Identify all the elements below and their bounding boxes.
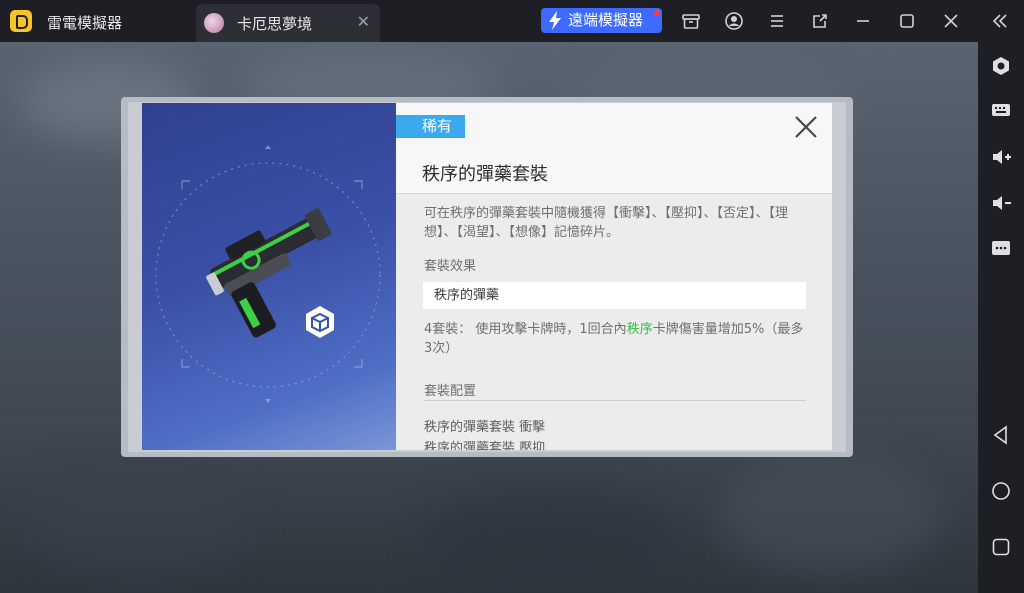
- notification-dot: [654, 10, 660, 16]
- remote-emulator-label: 遠端模擬器: [568, 11, 644, 29]
- set-config-item: 秩序的彈藥套裝 壓抑: [424, 441, 546, 450]
- tab-game[interactable]: 卡厄思夢境 ✕: [196, 4, 380, 42]
- emulator-sidebar: [978, 42, 1024, 593]
- maximize-icon[interactable]: [897, 11, 917, 31]
- rarity-badge: 稀有: [396, 115, 465, 138]
- item-name: 秩序的彈藥套裝: [422, 164, 548, 185]
- home-icon[interactable]: [990, 480, 1012, 502]
- account-icon[interactable]: [724, 11, 744, 31]
- tab-close-icon[interactable]: ✕: [357, 12, 370, 31]
- collapse-sidebar-icon[interactable]: [990, 11, 1010, 31]
- section-divider: [423, 400, 806, 401]
- tab-label: 卡厄思夢境: [237, 15, 313, 33]
- remote-emulator-button[interactable]: 遠端模擬器: [541, 8, 662, 33]
- store-icon[interactable]: [681, 11, 701, 31]
- set-effect-highlight: 秩序: [626, 322, 653, 337]
- volume-up-icon[interactable]: [990, 146, 1012, 168]
- volume-down-icon[interactable]: [990, 192, 1012, 214]
- set-name-field: 秩序的彈藥: [423, 282, 806, 309]
- more-icon[interactable]: [990, 237, 1012, 259]
- box-item-icon: [306, 306, 334, 338]
- weapon-illustration: [155, 145, 381, 403]
- ldplayer-logo-icon: [10, 10, 32, 32]
- popout-icon[interactable]: [810, 11, 830, 31]
- keyboard-icon[interactable]: [990, 99, 1012, 121]
- item-info-header: 稀有 秩序的彈藥套裝: [396, 103, 832, 194]
- set-config-item: 秩序的彈藥套裝 衝擊: [424, 420, 546, 435]
- dialog-close-icon[interactable]: [793, 114, 819, 140]
- game-avatar-icon: [204, 13, 224, 33]
- set-effect-heading: 套裝效果: [424, 259, 477, 274]
- close-icon[interactable]: [941, 11, 961, 31]
- set-config-heading: 套裝配置: [424, 384, 477, 399]
- item-description: 可在秩序的彈藥套裝中隨機獲得【衝擊】、【壓抑】、【否定】、【理想】、【渴望】、【…: [424, 206, 789, 240]
- item-info-panel: 稀有 秩序的彈藥套裝 可在秩序的彈藥套裝中隨機獲得【衝擊】、【壓抑】、【否定】、…: [396, 103, 832, 450]
- title-bar: 雷電模擬器 卡厄思夢境 ✕ 遠端模擬器: [0, 0, 1024, 42]
- minimize-icon[interactable]: [853, 11, 873, 31]
- item-artwork-panel: [142, 103, 396, 450]
- set-effect-text: 4套裝： 使用攻擊卡牌時，1回合內秩序卡牌傷害量增加5%（最多3次）: [424, 320, 808, 358]
- back-icon[interactable]: [990, 424, 1012, 446]
- set-effect-prefix: 4套裝： 使用攻擊卡牌時，1回合內: [424, 322, 627, 337]
- menu-icon[interactable]: [767, 11, 787, 31]
- settings-hex-icon[interactable]: [990, 55, 1012, 77]
- recents-icon[interactable]: [990, 536, 1012, 558]
- lightning-icon: [549, 11, 561, 30]
- app-title: 雷電模擬器: [47, 14, 123, 32]
